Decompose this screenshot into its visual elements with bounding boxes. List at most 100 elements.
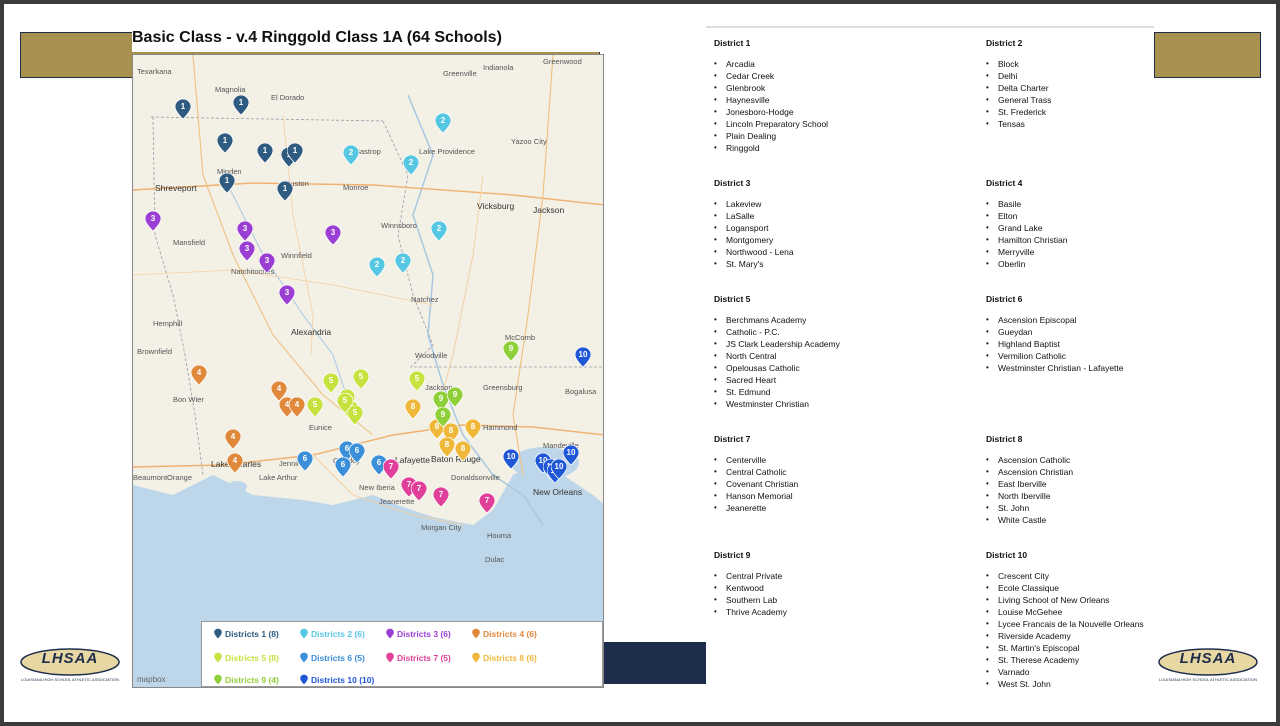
school-list: BasileEltonGrand LakeHamilton ChristianM…: [986, 198, 1246, 270]
place-label: Lafayette: [395, 455, 430, 465]
school-marker[interactable]: 2: [435, 113, 451, 133]
place-label: Woodville: [415, 351, 448, 360]
district-heading: District 2: [986, 38, 1023, 48]
district-heading: District 4: [986, 178, 1023, 188]
school-marker[interactable]: 9: [503, 341, 519, 361]
marker-number: 3: [330, 228, 336, 237]
school-list-item: Lincoln Preparatory School: [714, 118, 974, 130]
school-list-item: Delta Charter: [986, 82, 1246, 94]
school-marker[interactable]: 3: [325, 225, 341, 245]
school-marker[interactable]: 8: [465, 419, 481, 439]
school-list-item: St. John: [986, 502, 1246, 514]
school-marker[interactable]: 10: [575, 347, 591, 367]
school-marker[interactable]: 4: [191, 365, 207, 385]
place-label: Houma: [487, 531, 512, 540]
school-marker[interactable]: 1: [219, 173, 235, 193]
place-label: Donaldsonville: [451, 473, 500, 482]
school-marker[interactable]: 1: [217, 133, 233, 153]
legend-item-district-7[interactable]: Districts 7 (5): [385, 652, 451, 665]
school-marker[interactable]: 4: [227, 453, 243, 473]
school-list-item: Block: [986, 58, 1246, 70]
place-label: Orange: [167, 473, 193, 482]
legend-item-district-2[interactable]: Districts 2 (6): [299, 628, 365, 641]
legend-item-district-1[interactable]: Districts 1 (8): [213, 628, 279, 641]
school-marker[interactable]: 6: [349, 443, 365, 463]
school-list-item: Sacred Heart: [714, 374, 974, 386]
legend-item-district-6[interactable]: Districts 6 (5): [299, 652, 365, 665]
school-marker[interactable]: 8: [439, 437, 455, 457]
school-marker[interactable]: 7: [433, 487, 449, 507]
school-list-item: White Castle: [986, 514, 1246, 526]
page-title: Basic Class - v.4 Ringgold Class 1A (64 …: [132, 24, 602, 52]
school-list-item: Southern Lab: [714, 594, 974, 606]
school-list: ArcadiaCedar CreekGlenbrookHaynesvilleJo…: [714, 58, 974, 154]
map-marker-icon: [299, 628, 309, 641]
school-marker[interactable]: 9: [435, 407, 451, 427]
school-marker[interactable]: 9: [447, 387, 463, 407]
place-label: Greenville: [443, 69, 477, 78]
place-label: Natchez: [411, 295, 439, 304]
school-marker[interactable]: 10: [503, 449, 519, 469]
map-marker-icon: [471, 652, 481, 665]
school-list-item: Opelousas Catholic: [714, 362, 974, 374]
school-marker[interactable]: 5: [307, 397, 323, 417]
school-marker[interactable]: 1: [287, 143, 303, 163]
school-marker[interactable]: 3: [237, 221, 253, 241]
legend-label: Districts 5 (8): [225, 652, 279, 663]
district-block: District 3 LakeviewLaSalleLogansportMontg…: [714, 178, 974, 270]
school-marker[interactable]: 5: [323, 373, 339, 393]
marker-number: 9: [440, 410, 446, 419]
school-list-item: Westminster Christian - Lafayette: [986, 362, 1246, 374]
school-marker[interactable]: 1: [257, 143, 273, 163]
school-marker[interactable]: 7: [479, 493, 495, 513]
place-label: Brownfield: [137, 347, 173, 356]
footer-bar: [604, 642, 708, 684]
marker-number: 9: [508, 344, 514, 353]
school-marker[interactable]: 5: [409, 371, 425, 391]
legend-item-district-9[interactable]: Districts 9 (4): [213, 674, 279, 687]
legend-item-district-3[interactable]: Districts 3 (6): [385, 628, 451, 641]
school-marker[interactable]: 2: [369, 257, 385, 277]
map-marker-icon: [299, 652, 309, 665]
legend-item-district-5[interactable]: Districts 5 (8): [213, 652, 279, 665]
school-marker[interactable]: 10: [563, 445, 579, 465]
legend-item-district-10[interactable]: Districts 10 (10): [299, 674, 374, 687]
school-marker[interactable]: 3: [145, 211, 161, 231]
legend-item-district-4[interactable]: Districts 4 (6): [471, 628, 537, 641]
school-marker[interactable]: 5: [337, 393, 353, 413]
school-list-item: Lycee Francais de la Nouvelle Orleans: [986, 618, 1246, 630]
school-marker[interactable]: 2: [403, 155, 419, 175]
school-marker[interactable]: 5: [353, 369, 369, 389]
school-list-item: North Iberville: [986, 490, 1246, 502]
school-marker[interactable]: 1: [233, 95, 249, 115]
district-map[interactable]: Texarkana Magnolia El Dorado Greenville Indi…: [132, 54, 604, 688]
school-marker[interactable]: 3: [259, 253, 275, 273]
school-marker[interactable]: 3: [239, 241, 255, 261]
place-label: Winnfield: [281, 251, 312, 260]
school-marker[interactable]: 7: [411, 481, 427, 501]
school-marker[interactable]: 6: [297, 451, 313, 471]
school-marker[interactable]: 8: [405, 399, 421, 419]
school-list-item: Cedar Creek: [714, 70, 974, 82]
school-marker[interactable]: 6: [335, 457, 351, 477]
school-list-item: Hamilton Christian: [986, 234, 1246, 246]
marker-number: 1: [224, 176, 230, 185]
school-marker[interactable]: 7: [383, 459, 399, 479]
school-list-item: Gueydan: [986, 326, 1246, 338]
school-marker[interactable]: 1: [277, 181, 293, 201]
school-marker[interactable]: 4: [289, 397, 305, 417]
school-marker[interactable]: 1: [175, 99, 191, 119]
legend-item-district-8[interactable]: Districts 8 (6): [471, 652, 537, 665]
school-list-item: Oberlin: [986, 258, 1246, 270]
school-marker[interactable]: 2: [431, 221, 447, 241]
school-list-item: Jeanerette: [714, 502, 974, 514]
school-marker[interactable]: 2: [343, 145, 359, 165]
school-list-item: Central Private: [714, 570, 974, 582]
place-label: Hemphill: [153, 319, 183, 328]
school-marker[interactable]: 8: [455, 441, 471, 461]
school-list: Ascension EpiscopalGueydanHighland Bapti…: [986, 314, 1246, 374]
school-marker[interactable]: 2: [395, 253, 411, 273]
school-marker[interactable]: 4: [225, 429, 241, 449]
marker-number: 2: [348, 148, 354, 157]
school-marker[interactable]: 3: [279, 285, 295, 305]
